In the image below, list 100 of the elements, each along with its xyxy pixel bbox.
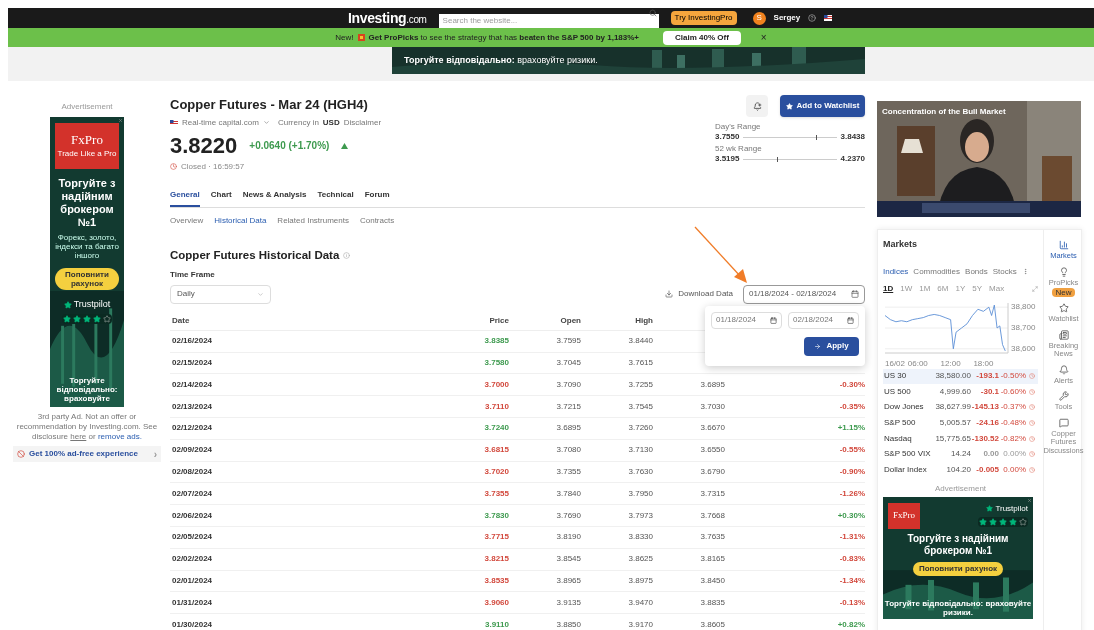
price-cell: 3.7110 [484, 401, 509, 411]
price-cell: 3.9060 [484, 597, 509, 607]
column-header[interactable]: Date [170, 314, 437, 327]
search-icon[interactable] [648, 9, 657, 17]
watchlist-button[interactable]: Add to Watchlist [780, 95, 865, 117]
no-ads-icon [17, 450, 25, 458]
star-icon [1019, 517, 1027, 526]
trustpilot-label: Trustpilot [73, 298, 111, 311]
date-cell-text: 02/07/2024 [171, 487, 214, 500]
table-cell-text: 3.6670 [699, 422, 725, 435]
remove-ads-link[interactable]: remove ads. [97, 432, 142, 441]
star-icon [63, 314, 71, 323]
index-change: -24.16 [976, 418, 999, 428]
deposit-button[interactable]: Поповнити рахунок [55, 268, 119, 290]
info-icon[interactable] [343, 251, 351, 259]
video-title: Concentration of the Bull Market [882, 106, 1006, 118]
disclosure-link[interactable]: here [70, 432, 87, 441]
section-title: Copper Futures Historical Data [170, 247, 340, 263]
table-cell-text: 3.7045 [555, 356, 581, 369]
close-button[interactable]: × [760, 32, 767, 43]
column-header[interactable]: Price [437, 314, 509, 327]
date-field[interactable]: 02/18/2024 [788, 311, 859, 329]
calendar-icon [847, 316, 854, 324]
index-name: Dollar Index [884, 463, 928, 476]
market-row[interactable]: US 30 38,580.00 -193.1 -0.50% [883, 368, 1038, 385]
ad-banner[interactable]: FxPro Trade Like a Pro Торгуйте з надійним брокером №1 Форекс, золото, індекси та багато іншого Поповнити рахунок Trustpilot Торгуйте відповідально: враховуйте [50, 117, 124, 407]
market-row[interactable]: US 500 4,999.60 -30.1 -0.60% [883, 384, 1038, 400]
date-field[interactable]: 01/18/2024 [711, 311, 782, 329]
search-field[interactable]: Search the website... [438, 13, 659, 28]
data-source[interactable]: Real-time capital.com [182, 116, 259, 129]
table-cell-text: 3.7595 [555, 335, 581, 348]
market-tab[interactable]: Stocks [992, 265, 1017, 278]
user-name[interactable]: Sergey [773, 12, 801, 24]
column-header[interactable]: Open [509, 314, 581, 327]
tab[interactable]: Chart [210, 188, 232, 207]
table-cell-text: 3.8965 [555, 574, 581, 587]
wrench-icon [1058, 391, 1069, 401]
star-icon [83, 314, 91, 323]
market-row[interactable]: Dollar Index 104.20 -0.005 0.00% [883, 462, 1038, 478]
change-cell: -0.55% [839, 445, 865, 455]
subtab[interactable]: Contracts [359, 214, 395, 227]
table-cell-text: 3.9135 [555, 596, 581, 609]
market-tab[interactable]: Commodities [913, 265, 961, 278]
date-cell-text: 01/30/2024 [171, 618, 214, 630]
flag-icon[interactable] [824, 15, 833, 21]
ad-disclaimer: 3rd party Ad. Not an offer or recommendation by Investing.com. See disclosure here or remove ads. [15, 412, 159, 442]
market-row[interactable]: Nasdaq 15,775.65-130.52 -0.82% [883, 430, 1038, 447]
subtab[interactable]: Related Instruments [277, 214, 349, 227]
table-cell-text: 3.7950 [627, 487, 653, 500]
expand-icon[interactable] [1032, 285, 1038, 292]
market-tab[interactable]: Bonds [965, 265, 988, 278]
tab[interactable]: Technical [317, 188, 354, 207]
video-player[interactable]: Concentration of the Bull Market [877, 101, 1081, 217]
subtab[interactable]: Historical Data [214, 214, 267, 227]
ad-free-button[interactable]: Get 100% ad-free experience › [13, 446, 161, 462]
index-last: 15,775.65 [934, 432, 971, 445]
close-icon[interactable] [118, 118, 123, 123]
market-row[interactable]: S&P 500 5,005.57 -24.16 -0.48% [883, 415, 1038, 431]
market-row[interactable]: S&P 500 VIX 14.24 0.00 0.00% [883, 446, 1038, 463]
index-change-percent: -0.82% [999, 432, 1026, 445]
index-change: -30.1 [980, 386, 999, 396]
claim-button[interactable]: Claim 40% Off [663, 30, 741, 45]
table-cell-text: 3.8850 [555, 618, 581, 630]
tab[interactable]: News & Analysis [242, 188, 307, 207]
pro-button[interactable]: Try InvestingPro [670, 11, 737, 25]
table-cell-text: 3.6895 [699, 378, 725, 391]
table-cell-text: 3.6790 [699, 465, 725, 478]
market-tab[interactable]: Indices [883, 265, 909, 278]
timeframe-select[interactable]: Daily [170, 284, 271, 304]
tab[interactable]: Forum [364, 188, 390, 207]
index-name: US 30 [884, 370, 908, 383]
help-icon[interactable] [808, 14, 817, 22]
date-range-field[interactable]: 01/18/2024 - 02/18/2024 [743, 284, 865, 304]
ad-footer: Торгуйте відповідально: враховуйте [50, 376, 124, 403]
change-cell: +1.15% [837, 423, 865, 433]
ad-label: Advertisement [61, 101, 113, 113]
price-cell: 3.8535 [484, 575, 509, 585]
subtab[interactable]: Overview [170, 214, 204, 227]
site-logo[interactable]: Investing.com [348, 7, 427, 29]
market-row[interactable]: Dow Jones 38,627.99-145.13 -0.37% [883, 399, 1038, 416]
close-icon[interactable] [1027, 497, 1032, 503]
alert-button[interactable] [746, 95, 768, 117]
chevron-down-icon[interactable] [262, 119, 270, 126]
table-cell-text: 3.7630 [627, 465, 653, 478]
tab[interactable]: General [170, 188, 200, 207]
range-high: 3.8438 [840, 132, 865, 142]
clock-icon [1029, 451, 1035, 458]
date-cell-text: 02/01/2024 [171, 574, 214, 587]
newspaper-icon [1058, 329, 1069, 340]
date-cell-text: 02/14/2024 [171, 378, 214, 391]
download-button[interactable]: Download Data [665, 288, 733, 301]
table-cell-text: 3.7030 [699, 400, 725, 413]
ad-banner[interactable]: FxPro Trustpilot Торгуйте з надійним брокером №1 Поповнити рахунок Торгуйте відповідально: враховуйте ризики. [883, 496, 1033, 619]
price-cell: 3.7715 [484, 532, 509, 542]
disclaimer-link[interactable]: Disclaimer [343, 116, 382, 129]
star-icon [103, 314, 111, 323]
column-header[interactable]: High [581, 314, 653, 327]
index-name: S&P 500 [884, 417, 917, 430]
period-tab[interactable]: 1D [883, 282, 894, 295]
apply-button[interactable]: Apply [804, 336, 859, 356]
